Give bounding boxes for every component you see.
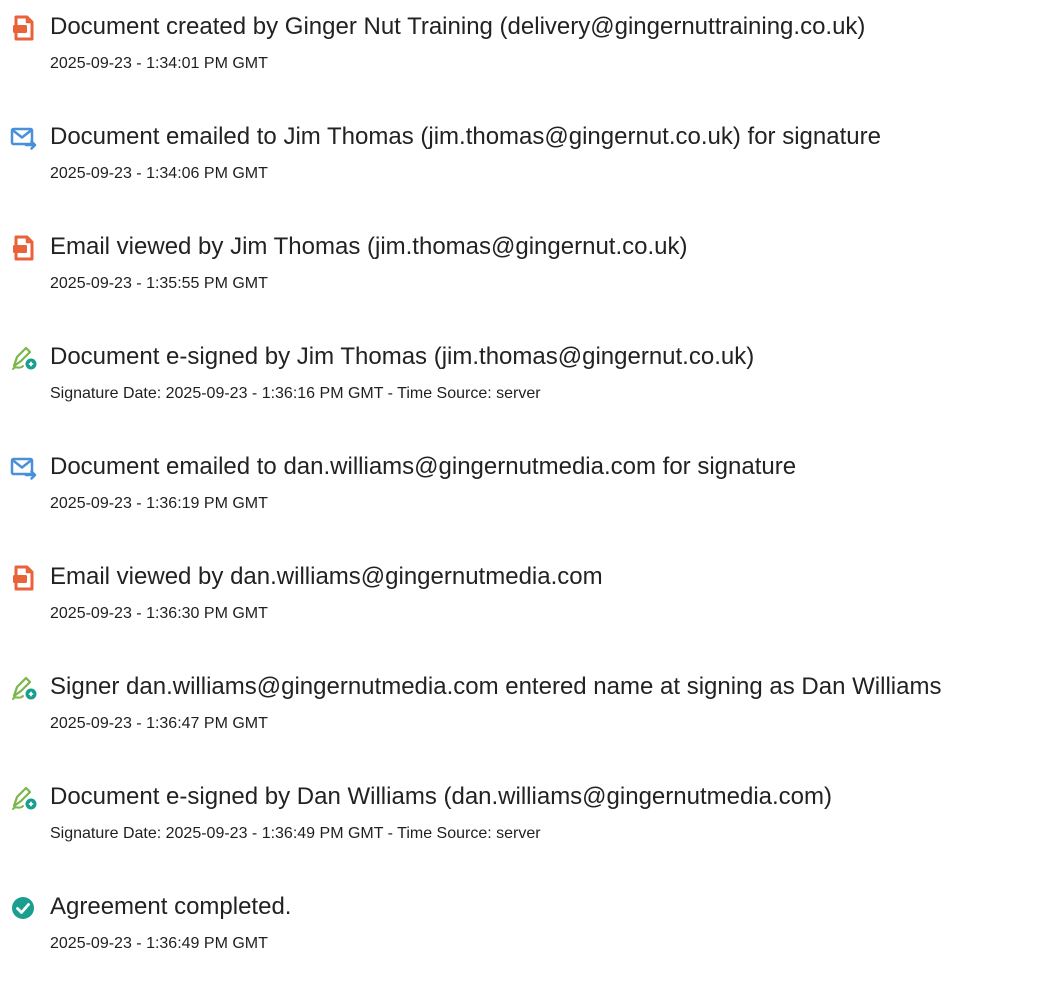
event-title: Signer dan.williams@gingernutmedia.com e… <box>50 673 942 700</box>
audit-event: Document created by Ginger Nut Training … <box>0 12 1039 112</box>
e-sign-icon <box>10 784 38 812</box>
audit-event: Document e-signed by Dan Williams (dan.w… <box>0 782 1039 882</box>
document-created-icon <box>10 14 38 42</box>
audit-event: Document emailed to dan.williams@gingern… <box>0 452 1039 552</box>
event-timestamp: Signature Date: 2025-09-23 - 1:36:16 PM … <box>50 385 541 402</box>
event-title: Document created by Ginger Nut Training … <box>50 13 866 40</box>
document-viewed-icon <box>10 234 38 262</box>
event-timestamp: 2025-09-23 - 1:36:47 PM GMT <box>50 715 268 732</box>
e-sign-icon <box>10 344 38 372</box>
event-timestamp: 2025-09-23 - 1:34:06 PM GMT <box>50 165 268 182</box>
email-sent-icon <box>10 124 38 152</box>
email-sent-icon <box>10 454 38 482</box>
event-title: Document emailed to dan.williams@gingern… <box>50 453 797 480</box>
event-timestamp: 2025-09-23 - 1:36:30 PM GMT <box>50 605 268 622</box>
event-timestamp: 2025-09-23 - 1:34:01 PM GMT <box>50 55 268 72</box>
event-title: Email viewed by Jim Thomas (jim.thomas@g… <box>50 233 688 260</box>
event-title: Email viewed by dan.williams@gingernutme… <box>50 563 603 590</box>
event-title: Document e-signed by Dan Williams (dan.w… <box>50 783 832 810</box>
event-timestamp: 2025-09-23 - 1:36:19 PM GMT <box>50 495 268 512</box>
audit-event: Email viewed by Jim Thomas (jim.thomas@g… <box>0 232 1039 332</box>
audit-event: Document emailed to Jim Thomas (jim.thom… <box>0 122 1039 222</box>
event-title: Document e-signed by Jim Thomas (jim.tho… <box>50 343 755 370</box>
event-timestamp: 2025-09-23 - 1:35:55 PM GMT <box>50 275 268 292</box>
checkmark-circle-icon <box>10 894 38 922</box>
event-title: Document emailed to Jim Thomas (jim.thom… <box>50 123 881 150</box>
event-timestamp: 2025-09-23 - 1:36:49 PM GMT <box>50 935 268 952</box>
e-sign-icon <box>10 674 38 702</box>
event-title: Agreement completed. <box>50 893 292 920</box>
document-viewed-icon <box>10 564 38 592</box>
audit-event: Signer dan.williams@gingernutmedia.com e… <box>0 672 1039 772</box>
event-timestamp: Signature Date: 2025-09-23 - 1:36:49 PM … <box>50 825 541 842</box>
audit-event: Document e-signed by Jim Thomas (jim.tho… <box>0 342 1039 442</box>
audit-event: Email viewed by dan.williams@gingernutme… <box>0 562 1039 662</box>
audit-event: Agreement completed. 2025-09-23 - 1:36:4… <box>0 892 1039 992</box>
